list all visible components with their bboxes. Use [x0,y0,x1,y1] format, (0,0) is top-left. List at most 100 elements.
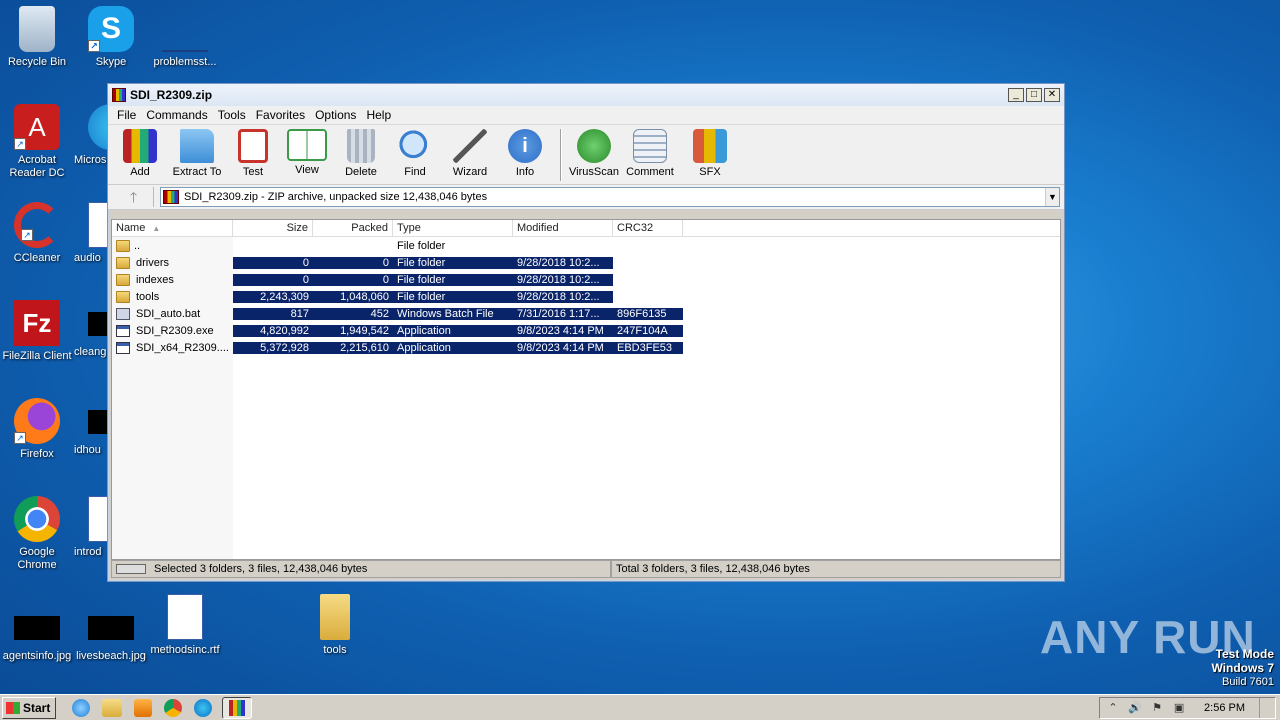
desktop-icon-recycle-bin[interactable]: Recycle Bin [0,6,74,69]
image-file-icon [88,312,108,336]
add-button[interactable]: Add [120,129,160,178]
table-row[interactable]: SDI_R2309.exe 4,820,992 1,949,542 Applic… [112,322,1060,339]
table-row-parent[interactable]: .. File folder [112,237,1060,254]
table-row[interactable]: SDI_x64_R2309.... 5,372,928 2,215,610 Ap… [112,339,1060,356]
view-button[interactable]: View [276,129,338,176]
desktop-icon-idhou[interactable]: idhou [74,398,108,457]
clock[interactable]: 2:56 PM [1204,702,1245,714]
zip-archive-icon [163,190,179,204]
column-header-size[interactable]: Size [233,220,313,237]
desktop-icon-methodsinc[interactable]: methodsinc.rtf [148,594,222,657]
wizard-button[interactable]: Wizard [446,129,494,178]
batch-file-icon [116,307,130,320]
table-row[interactable]: indexes 0 0 File folder 9/28/2018 10:2..… [112,271,1060,288]
system-tray: ⌃ 🔊 ⚑ ▣ 2:56 PM [1099,697,1276,719]
menu-commands[interactable]: Commands [141,108,212,122]
menu-help[interactable]: Help [361,108,396,122]
up-one-level-button[interactable]: 🡑 [114,187,154,207]
status-bar: Selected 3 folders, 3 files, 12,438,046 … [111,560,1061,578]
status-total: Total 3 folders, 3 files, 12,438,046 byt… [611,560,1061,578]
desktop-icon-acrobat[interactable]: A ↗ Acrobat Reader DC [0,104,74,180]
menu-file[interactable]: File [112,108,141,122]
desktop-icon-micros[interactable]: Micros [74,104,108,167]
close-button[interactable]: ✕ [1044,88,1060,102]
start-button[interactable]: Start [2,696,56,719]
menu-favorites[interactable]: Favorites [251,108,310,122]
test-icon [238,129,268,163]
acrobat-icon: A ↗ [14,104,60,150]
table-row[interactable]: drivers 0 0 File folder 9/28/2018 10:2..… [112,254,1060,271]
find-icon [398,129,432,163]
desktop-icon-introd[interactable]: introd [74,496,108,559]
windows-logo-icon [6,701,20,714]
drive-icon[interactable] [116,564,146,574]
comment-button[interactable]: Comment [622,129,678,178]
show-desktop-button[interactable] [1259,698,1269,718]
menu-options[interactable]: Options [310,108,361,122]
toolbar-separator [560,129,562,181]
extract-icon [180,129,214,163]
word-doc-icon [167,594,203,640]
test-button[interactable]: Test [230,129,276,178]
desktop-icon-filezilla[interactable]: Fz FileZilla Client [0,300,74,363]
delete-button[interactable]: Delete [338,129,384,178]
media-player-icon[interactable] [134,698,152,717]
column-header-type[interactable]: Type [393,220,513,237]
winrar-taskbar-button[interactable] [222,696,252,719]
table-row[interactable]: SDI_auto.bat 817 452 Windows Batch File … [112,305,1060,322]
column-header-packed[interactable]: Packed [313,220,393,237]
show-hidden-icons-icon[interactable]: ⌃ [1106,701,1120,715]
extract-to-button[interactable]: Extract To [164,129,230,178]
maximize-button[interactable]: □ [1026,88,1042,102]
desktop-icon-firefox[interactable]: ↗ Firefox [0,398,74,461]
find-button[interactable]: Find [384,129,446,178]
folder-icon [116,290,130,303]
address-field[interactable]: SDI_R2309.zip - ZIP archive, unpacked si… [160,187,1060,207]
desktop-icon-cleang[interactable]: cleang [74,300,108,359]
virusscan-button[interactable]: VirusScan [566,129,622,178]
menu-bar: File Commands Tools Favorites Options He… [108,106,1064,125]
desktop-icon-ccleaner[interactable]: ↗ CCleaner [0,202,74,265]
chevron-down-icon[interactable]: ▼ [1045,188,1059,206]
explorer-icon[interactable] [102,698,122,717]
window-title: SDI_R2309.zip [130,88,213,102]
network-icon[interactable]: ▣ [1172,701,1186,715]
edge-icon[interactable] [194,698,212,717]
desktop-icon-chrome[interactable]: Google Chrome [0,496,74,572]
ie-icon[interactable] [72,698,90,717]
desktop-icon-audio[interactable]: audio [74,202,108,265]
desktop-icon-problemsst[interactable]: problemsst... [148,6,222,69]
column-header-crc32[interactable]: CRC32 [613,220,683,237]
winrar-window: SDI_R2309.zip _ □ ✕ File Commands Tools … [107,83,1065,582]
sfx-button[interactable]: SFX [682,129,738,178]
folder-icon [116,239,130,252]
image-file-icon [14,616,60,640]
wizard-icon [453,129,487,163]
image-file-icon [88,410,108,434]
winrar-icon [112,88,126,102]
toolbar: Add Extract To Test View Delete Find Wiz… [108,125,1064,185]
desktop-icon-agentsinfo[interactable]: agentsinfo.jpg [0,604,74,663]
folder-icon [116,273,130,286]
volume-icon[interactable]: 🔊 [1128,701,1142,715]
table-row[interactable]: tools 2,243,309 1,048,060 File folder 9/… [112,288,1060,305]
column-header-name[interactable]: Name ▲ [112,220,233,237]
info-button[interactable]: i Info [494,129,556,178]
desktop-icon-skype[interactable]: S ↗ Skype [74,6,148,69]
title-bar[interactable]: SDI_R2309.zip _ □ ✕ [108,84,1064,106]
desktop-icon-livesbeach[interactable]: livesbeach.jpg [74,604,148,663]
action-center-flag-icon[interactable]: ⚑ [1150,701,1164,715]
desktop-icon-tools[interactable]: tools [298,594,372,657]
column-header-modified[interactable]: Modified [513,220,613,237]
file-list[interactable]: Name ▲ Size Packed Type Modified CRC32 .… [111,219,1061,560]
folder-icon [320,594,350,640]
menu-tools[interactable]: Tools [213,108,251,122]
file-rows: .. File folder drivers 0 0 File folder 9… [112,237,1060,356]
add-icon [123,129,157,163]
view-icon [287,129,327,161]
chrome-icon[interactable] [164,698,182,717]
firefox-icon: ↗ [14,398,60,444]
skype-icon: S ↗ [88,6,134,52]
sort-ascending-icon: ▲ [152,224,161,233]
minimize-button[interactable]: _ [1008,88,1024,102]
